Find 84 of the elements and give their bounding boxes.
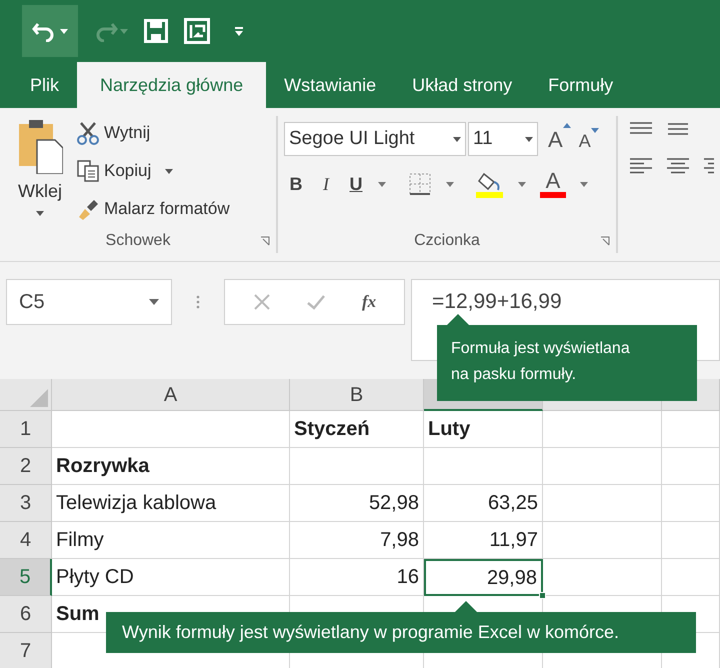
caret-icon <box>36 211 44 216</box>
row-header[interactable]: 7 <box>0 633 52 668</box>
paste-button[interactable]: Wklej <box>10 118 70 229</box>
caret-icon <box>165 168 174 174</box>
column-header[interactable]: B <box>290 379 424 411</box>
caret-icon <box>149 299 159 305</box>
save-icon[interactable] <box>144 19 168 43</box>
table-cell: Telewizja kablowa <box>52 485 290 522</box>
bold-button[interactable]: B <box>288 170 304 198</box>
caret-icon <box>580 182 588 186</box>
insert-function-button[interactable]: fx <box>362 289 376 315</box>
underline-button[interactable]: U <box>348 170 364 198</box>
column-header[interactable]: A <box>52 379 290 411</box>
customize-icon[interactable] <box>234 26 244 36</box>
callout-tooltip: Formuła jest wyświetlana na pasku formuły. <box>437 325 697 401</box>
grip-icon <box>196 295 200 309</box>
increase-font-button[interactable]: A <box>548 122 571 156</box>
align-center-icon[interactable] <box>666 158 690 174</box>
name-box[interactable]: C5 <box>6 279 172 325</box>
scissors-icon <box>76 121 100 145</box>
font-color-button[interactable]: A <box>540 170 566 198</box>
ribbon-tab[interactable]: Wstawianie <box>266 62 394 108</box>
ribbon-tab[interactable]: Formuły <box>530 62 632 108</box>
ribbon-tab[interactable]: Plik <box>12 62 78 108</box>
callout-pointer-icon <box>446 314 470 326</box>
copy-icon <box>76 159 100 183</box>
color-bar <box>540 192 566 198</box>
down-triangle-icon <box>590 128 599 132</box>
fill-color-icon[interactable] <box>476 170 504 198</box>
corner-triangle-icon <box>30 389 48 407</box>
caret-icon <box>518 182 526 186</box>
ribbon-tab[interactable]: Narzędzia główne <box>77 62 266 108</box>
caret-icon <box>453 136 461 142</box>
clipboard-format-painter-button[interactable]: Malarz formatów <box>76 194 230 224</box>
caret-icon <box>525 136 533 142</box>
dialog-launcher-icon[interactable] <box>600 236 610 246</box>
brush-icon <box>76 197 100 221</box>
table-cell: 7,98 <box>290 522 424 559</box>
checkmark-icon[interactable] <box>306 294 326 310</box>
align-top-icon[interactable] <box>630 122 654 136</box>
table-cell <box>662 448 720 485</box>
group-label: Schowek <box>106 231 170 251</box>
undo-icon <box>32 20 56 42</box>
italic-button[interactable]: I <box>318 170 334 198</box>
row-header[interactable]: 6 <box>0 596 52 633</box>
font-name-field[interactable]: Segoe UI Light <box>284 122 466 156</box>
row-header[interactable]: 1 <box>0 411 52 448</box>
borders-icon[interactable] <box>408 172 432 196</box>
active-cell[interactable]: 29,98 <box>424 559 543 596</box>
clipboard-copy-button[interactable]: Kopiuj <box>76 156 230 186</box>
form-icon[interactable] <box>184 18 210 44</box>
table-cell: 16 <box>290 559 424 596</box>
table-cell: Styczeń <box>290 411 424 448</box>
row-header[interactable]: 2 <box>0 448 52 485</box>
row-header[interactable]: 4 <box>0 522 52 559</box>
row-header[interactable]: 5 <box>0 559 52 596</box>
row-header[interactable]: 3 <box>0 485 52 522</box>
undo-button[interactable] <box>22 5 78 57</box>
align-middle-icon[interactable] <box>666 122 690 136</box>
group-label: Czcionka <box>414 231 480 251</box>
clipboard-cut-button[interactable]: Wytnij <box>76 118 230 148</box>
ribbon-tab[interactable]: Układ strony <box>394 62 530 108</box>
table-cell: Luty <box>424 411 543 448</box>
caret-icon <box>60 28 68 34</box>
align-left-icon[interactable] <box>630 158 654 174</box>
table-cell: Rozrywka <box>52 448 290 485</box>
caret-icon <box>378 182 386 186</box>
table-cell: 52,98 <box>290 485 424 522</box>
table-cell: Filmy <box>52 522 290 559</box>
table-cell <box>662 485 720 522</box>
decrease-font-button[interactable]: A <box>578 128 599 154</box>
table-cell: 11,97 <box>424 522 543 559</box>
font-size-field[interactable]: 11 <box>468 122 538 156</box>
align-right-icon[interactable] <box>702 158 714 174</box>
table-cell <box>662 559 720 596</box>
clipboard-icon <box>17 118 63 174</box>
table-cell: Płyty CD <box>52 559 290 596</box>
table-cell <box>662 522 720 559</box>
callout-pointer-icon <box>454 601 478 613</box>
up-triangle-icon <box>562 122 571 128</box>
fill-handle[interactable] <box>539 592 546 599</box>
dialog-launcher-icon[interactable] <box>260 236 270 246</box>
caret-icon <box>446 182 454 186</box>
table-cell: 63,25 <box>424 485 543 522</box>
